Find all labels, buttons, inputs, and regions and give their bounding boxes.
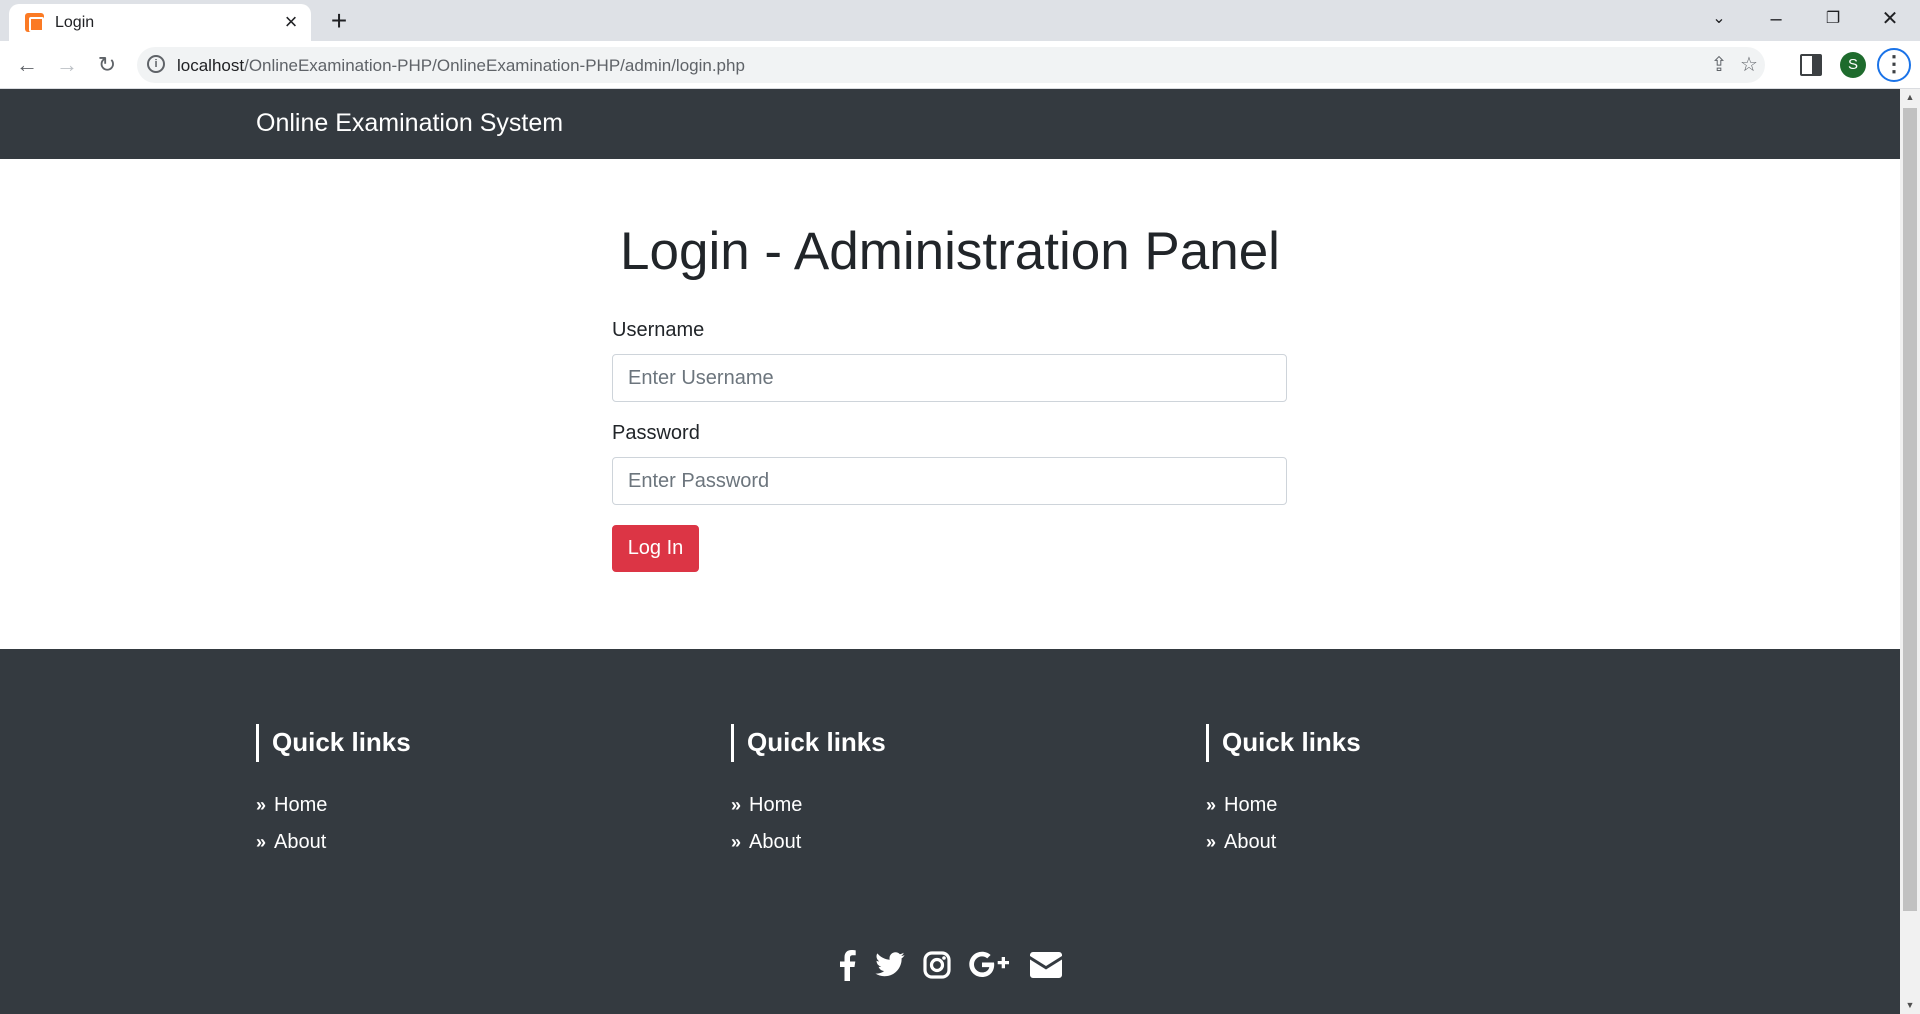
login-form: Username Password Log In (612, 319, 1287, 572)
xampp-favicon-icon (25, 13, 44, 32)
envelope-icon[interactable] (1029, 944, 1062, 984)
login-button[interactable]: Log In (612, 525, 699, 572)
footer-link-label[interactable]: Home (1224, 794, 1277, 816)
footer-link-home[interactable]: » Home (1206, 793, 1606, 830)
new-tab-button[interactable]: + (324, 6, 354, 36)
footer-link-about[interactable]: » About (731, 830, 1131, 867)
page-title: Login - Administration Panel (620, 222, 1280, 281)
double-chevron-right-icon: » (1206, 795, 1217, 815)
bookmark-star-icon[interactable]: ☆ (1737, 53, 1761, 77)
double-chevron-right-icon: » (1206, 832, 1217, 852)
footer-link-label[interactable]: Home (749, 794, 802, 816)
footer-column-title: Quick links (731, 724, 1131, 762)
footer-column-title: Quick links (256, 724, 656, 762)
browser-toolbar: ← → ↻ i localhost/OnlineExamination-PHP/… (0, 41, 1920, 89)
navbar-brand[interactable]: Online Examination System (256, 109, 563, 138)
share-icon[interactable]: ⇪ (1707, 53, 1731, 77)
scroll-down-arrow-icon[interactable]: ▼ (1900, 997, 1920, 1014)
password-group: Password (612, 422, 1287, 505)
google-plus-icon[interactable] (969, 944, 1011, 984)
address-url[interactable]: localhost/OnlineExamination-PHP/OnlineEx… (177, 56, 745, 76)
scrollbar-thumb[interactable] (1903, 108, 1917, 911)
forward-icon[interactable]: → (51, 49, 83, 81)
footer-link-list: » Home » About (731, 793, 1131, 867)
double-chevron-right-icon: » (731, 832, 742, 852)
scroll-up-arrow-icon[interactable]: ▲ (1900, 89, 1920, 106)
back-icon[interactable]: ← (11, 49, 43, 81)
minimize-button[interactable]: – (1758, 4, 1794, 34)
reload-icon[interactable]: ↻ (91, 49, 123, 81)
login-section: Login - Administration Panel Username Pa… (0, 159, 1900, 649)
username-group: Username (612, 319, 1287, 402)
footer-link-home[interactable]: » Home (731, 793, 1131, 830)
side-panel-icon[interactable] (1800, 54, 1822, 76)
double-chevron-right-icon: » (256, 795, 267, 815)
footer-link-list: » Home » About (1206, 793, 1606, 867)
password-input[interactable] (612, 457, 1287, 505)
footer-link-label[interactable]: About (1224, 831, 1276, 853)
double-chevron-right-icon: » (731, 795, 742, 815)
footer-link-label[interactable]: About (749, 831, 801, 853)
password-label: Password (612, 422, 700, 444)
profile-avatar[interactable]: S (1840, 52, 1866, 78)
footer-link-label[interactable]: About (274, 831, 326, 853)
twitter-icon[interactable] (874, 944, 905, 984)
footer-link-home[interactable]: » Home (256, 793, 656, 830)
facebook-icon[interactable] (838, 944, 856, 984)
footer-column-1: Quick links » Home » About (256, 724, 656, 867)
footer-column-3: Quick links » Home » About (1206, 724, 1606, 867)
site-info-icon[interactable]: i (147, 55, 165, 73)
browser-tab[interactable]: Login × (9, 4, 311, 41)
footer-column-2: Quick links » Home » About (731, 724, 1131, 867)
tab-title: Login (55, 14, 95, 31)
social-links (0, 944, 1900, 984)
restore-button[interactable]: ❐ (1815, 4, 1851, 34)
page-viewport: Online Examination System Login - Admini… (0, 89, 1900, 1014)
tab-search-icon[interactable]: ⌄ (1701, 4, 1737, 34)
close-tab-icon[interactable]: × (279, 10, 303, 34)
username-input[interactable] (612, 354, 1287, 402)
double-chevron-right-icon: » (256, 832, 267, 852)
instagram-icon[interactable] (923, 944, 951, 984)
top-navbar: Online Examination System (0, 89, 1900, 159)
username-label: Username (612, 319, 705, 341)
footer-link-about[interactable]: » About (256, 830, 656, 867)
footer-link-label[interactable]: Home (274, 794, 327, 816)
browser-menu-icon[interactable]: ⋮ (1877, 48, 1911, 82)
footer-link-list: » Home » About (256, 793, 656, 867)
footer-column-title: Quick links (1206, 724, 1606, 762)
vertical-scrollbar[interactable]: ▲ ▼ (1900, 89, 1920, 1014)
browser-tabstrip: Login × + ⌄ – ❐ ✕ (0, 0, 1920, 41)
footer-link-about[interactable]: » About (1206, 830, 1606, 867)
close-window-button[interactable]: ✕ (1872, 4, 1908, 34)
footer: Quick links » Home » About Quick links » Ho… (0, 649, 1900, 1014)
address-bar[interactable]: i localhost/OnlineExamination-PHP/Online… (137, 47, 1765, 83)
